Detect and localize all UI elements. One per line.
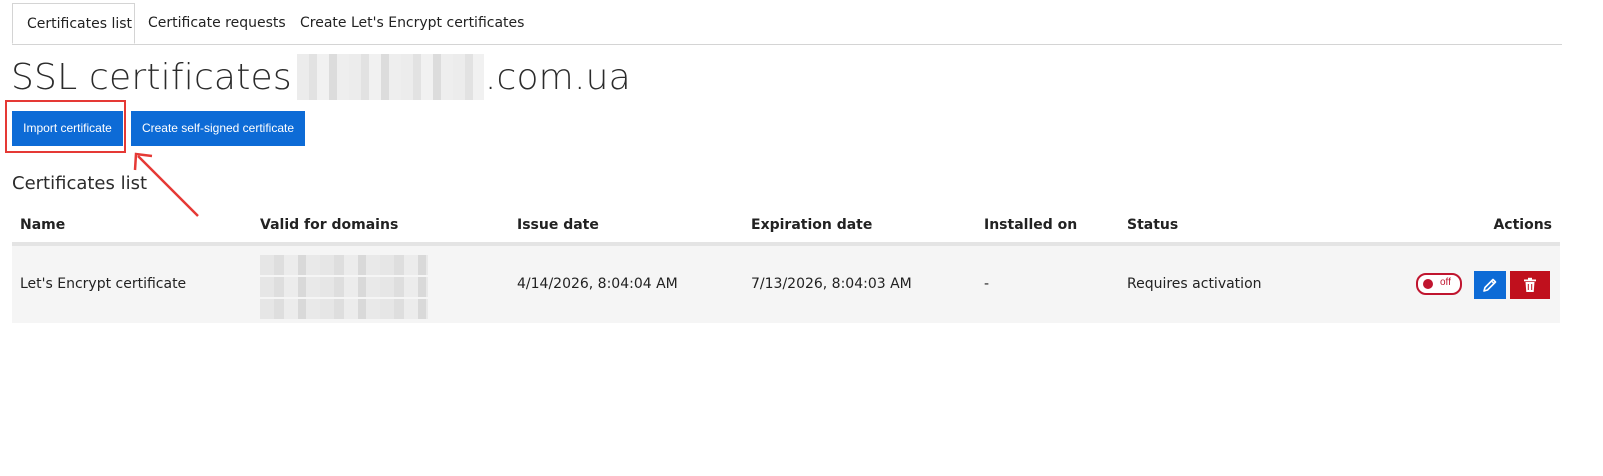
tab-certificate-requests[interactable]: Certificate requests <box>134 3 300 43</box>
page-title-suffix: .com.ua <box>484 57 631 98</box>
table-header: Name Valid for domains Issue date Expira… <box>12 205 1560 246</box>
table-row: Let's Encrypt certificate 4/14/2026, 8:0… <box>12 246 1560 323</box>
redacted-domain <box>296 54 484 100</box>
tab-bar: Certificates list Certificate requests C… <box>12 3 1562 45</box>
certificate-name: Let's Encrypt certificate <box>20 276 187 292</box>
trash-icon <box>1524 277 1536 292</box>
activation-toggle[interactable]: off <box>1416 273 1462 295</box>
create-self-signed-certificate-button[interactable]: Create self-signed certificate <box>131 111 305 146</box>
expiration-date: 7/13/2026, 8:04:03 AM <box>751 276 912 292</box>
redacted-domains <box>260 253 428 319</box>
column-header-name: Name <box>20 217 66 233</box>
import-certificate-button[interactable]: Import certificate <box>12 111 123 146</box>
column-header-issue-date: Issue date <box>517 217 599 233</box>
certificate-status: Requires activation <box>1127 276 1262 292</box>
toggle-knob <box>1423 279 1433 289</box>
page-title: SSL certificates .com.ua <box>11 54 631 102</box>
delete-certificate-button[interactable] <box>1510 271 1550 299</box>
page-title-prefix: SSL certificates <box>11 57 292 98</box>
pencil-icon <box>1483 278 1497 292</box>
installed-on: - <box>984 276 990 292</box>
edit-certificate-button[interactable] <box>1474 271 1506 299</box>
issue-date: 4/14/2026, 8:04:04 AM <box>517 276 678 292</box>
column-header-domains: Valid for domains <box>260 217 399 233</box>
tab-certificates-list[interactable]: Certificates list <box>12 3 135 44</box>
column-header-status: Status <box>1127 217 1179 233</box>
section-title: Certificates list <box>12 173 148 194</box>
toggle-label: off <box>1440 277 1451 288</box>
ssl-certificates-page: Certificates list Certificate requests C… <box>0 0 1603 476</box>
column-header-expiration-date: Expiration date <box>751 217 873 233</box>
certificates-table: Name Valid for domains Issue date Expira… <box>12 205 1560 323</box>
column-header-installed-on: Installed on <box>984 217 1078 233</box>
tab-create-lets-encrypt[interactable]: Create Let's Encrypt certificates <box>286 3 538 43</box>
column-header-actions: Actions <box>1493 217 1552 233</box>
